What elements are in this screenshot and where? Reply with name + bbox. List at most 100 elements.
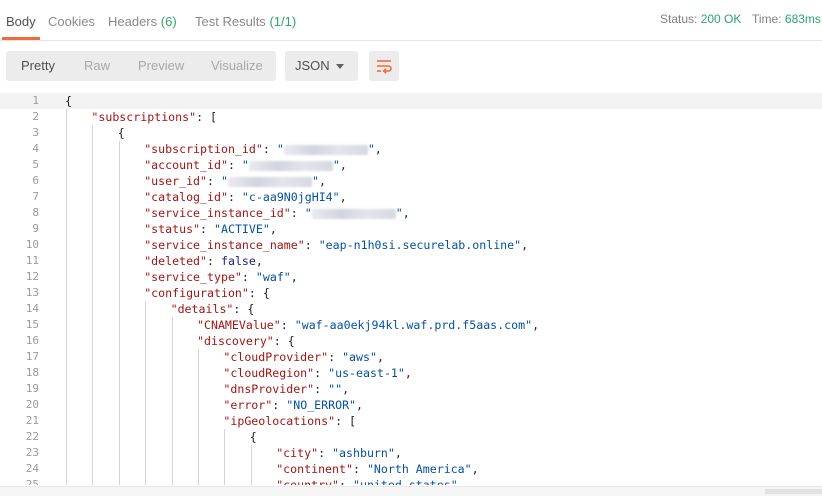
code-line: 11 "deleted": false, [0,253,822,269]
json-key: "deleted" [144,254,208,268]
json-value: " [367,142,375,156]
code-text: "cloudProvider": "aws", [223,349,384,365]
line-number: 15 [25,318,39,331]
json-punctuation: , [318,174,326,188]
code-text: "deleted": false, [144,253,263,269]
json-value: "ashburn" [332,446,395,460]
json-punctuation: : [272,398,287,412]
tab-cookies-label: Cookies [48,14,95,29]
code-text: "user_id": " ", [144,173,326,189]
code-text: "cloudRegion": "us-east-1", [223,365,411,381]
code-text: "service_type": "waf", [144,269,298,285]
line-number: 21 [25,414,39,427]
preview-button[interactable]: Preview [138,51,184,81]
code-text: "details": { [171,301,255,317]
code-text: "dnsProvider": "", [223,381,349,397]
json-key: "ipGeolocations" [223,414,336,428]
response-time: Time: 683ms [752,12,821,26]
raw-button[interactable]: Raw [84,51,110,81]
status-label: Status: [660,12,698,26]
code-text: "country": "united states", [276,477,464,485]
json-key: "configuration" [144,286,249,300]
json-punctuation: , [532,318,540,332]
response-tabs: Body Cookies Headers (6) Test Results (1… [0,0,822,41]
json-punctuation: : [262,142,277,156]
view-mode-group: Pretty Raw Preview Visualize [6,51,276,81]
tab-cookies[interactable]: Cookies [48,0,95,40]
json-value: "" [328,382,343,396]
code-text: "city": "ashburn", [276,445,402,461]
chevron-down-icon [336,64,344,69]
line-number: 2 [32,110,39,123]
line-number: 22 [25,430,39,443]
code-line: 13 "configuration": { [0,285,822,301]
line-number: 13 [25,286,39,299]
json-punctuation: : [328,350,343,364]
json-punctuation: , [269,222,277,236]
json-punctuation: , [374,142,382,156]
code-line: 3{ [0,125,822,141]
line-number: 4 [32,142,39,155]
json-key: "service_instance_name" [144,238,305,252]
json-punctuation: , [521,238,529,252]
format-select[interactable]: JSON [285,51,358,81]
json-punctuation: : [241,270,256,284]
pretty-button[interactable]: Pretty [21,51,55,81]
tab-body-label: Body [6,14,36,29]
tab-test-results[interactable]: Test Results (1/1) [195,0,296,40]
json-value: "eap-n1h0si.securelab.online" [318,238,522,252]
code-text: { [250,429,257,445]
json-key: "CNAMEValue" [197,318,281,332]
json-key: "continent" [276,462,353,476]
json-value: "North America" [366,462,472,476]
line-number: 9 [32,222,39,235]
json-value: "waf" [255,270,291,284]
json-punctuation: { [65,94,72,108]
code-text: "continent": "North America", [276,461,478,477]
json-key: "account_id" [144,158,228,172]
visualize-button[interactable]: Visualize [211,51,263,81]
json-value: "aws" [342,350,377,364]
json-punctuation: : [352,462,367,476]
code-line: 21 "ipGeolocations": [ [0,413,822,429]
code-line: 22 { [0,429,822,445]
tab-test-results-label: Test Results [195,14,266,29]
line-number: 10 [25,238,39,251]
redacted-value [283,144,368,155]
code-line: 19 "dnsProvider": "", [0,381,822,397]
code-line: 23 "city": "ashburn", [0,445,822,461]
line-number: 16 [25,334,39,347]
code-line: 7 "catalog_id": "c-aa9N0jgHI4", [0,189,822,205]
json-punctuation: : [ [335,414,357,428]
tab-body[interactable]: Body [2,0,40,40]
json-punctuation: : [207,254,221,268]
json-key: "country" [276,478,340,485]
json-key: "service_instance_id" [144,206,291,220]
test-results-count: (1/1) [269,14,297,29]
line-number: 23 [25,446,39,459]
json-key: "service_type" [144,270,242,284]
line-number: 11 [25,254,39,267]
json-value: " [304,206,312,220]
wrap-lines-button[interactable] [369,51,399,81]
code-text: "error": "NO_ERROR", [223,397,363,413]
response-body-viewer[interactable]: 1{2 "subscriptions": [3{4 "subscription_id… [0,90,822,485]
code-line: 25 "country": "united states", [0,477,822,485]
json-punctuation: : [339,478,353,485]
line-number: 25 [25,478,39,485]
tab-headers-label: Headers [108,14,158,29]
scrollbar-thumb[interactable] [765,489,822,494]
code-line: 4 "subscription_id": " ", [0,141,822,157]
json-key: "status" [144,222,201,236]
json-key: "cloudRegion" [223,366,315,380]
line-number: 3 [32,126,39,139]
code-line: 8 "service_instance_id": " ", [0,205,822,221]
json-punctuation: , [457,478,465,485]
line-number: 12 [25,270,39,283]
json-key: "dnsProvider" [223,382,315,396]
tab-headers[interactable]: Headers (6) [108,0,177,40]
json-punctuation: , [255,254,263,268]
json-value: "ACTIVE" [214,222,270,236]
json-punctuation: , [394,446,402,460]
code-text: "account_id": " ", [144,157,347,173]
